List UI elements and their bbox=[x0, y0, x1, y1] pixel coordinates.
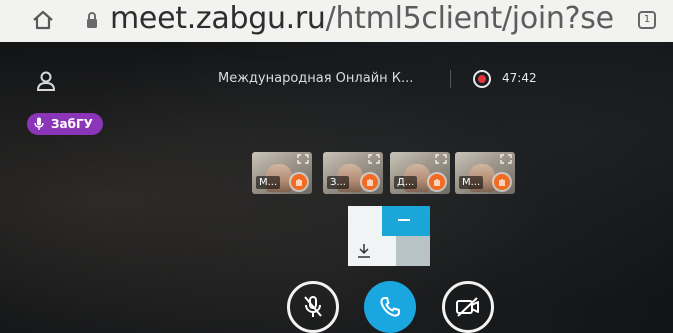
url-host: meet.zabgu.ru bbox=[110, 1, 326, 36]
hand-icon bbox=[362, 174, 378, 190]
talking-indicator[interactable]: ЗабГУ bbox=[27, 113, 103, 135]
meeting-stage: meet.zabgu.ru/html5client/join?se 1 Межд… bbox=[0, 0, 673, 333]
tabs-icon[interactable]: 1 bbox=[638, 11, 656, 29]
webcam-user-label: Д... bbox=[394, 176, 418, 189]
hand-icon bbox=[291, 174, 307, 190]
recording-timer: 47:42 bbox=[502, 71, 537, 85]
share-webcam-button[interactable] bbox=[442, 281, 494, 333]
user-icon[interactable] bbox=[36, 70, 56, 92]
muted-microphone-icon bbox=[304, 296, 322, 317]
leave-audio-button[interactable] bbox=[364, 281, 416, 333]
expand-icon[interactable] bbox=[297, 154, 309, 164]
webcam-tile[interactable]: Д... bbox=[390, 152, 450, 194]
lock-icon[interactable] bbox=[85, 10, 99, 30]
expand-icon[interactable] bbox=[500, 154, 512, 164]
slide-block bbox=[382, 206, 430, 236]
webcam-user-label: М... bbox=[459, 176, 484, 189]
expand-icon[interactable] bbox=[435, 154, 447, 164]
home-icon[interactable] bbox=[30, 7, 56, 33]
url-field[interactable]: meet.zabgu.ru/html5client/join?se bbox=[110, 1, 614, 36]
webcam-tile[interactable]: М... bbox=[455, 152, 515, 194]
webcam-tile[interactable]: М... bbox=[252, 152, 312, 194]
download-icon[interactable] bbox=[357, 243, 371, 259]
camera-off-icon bbox=[456, 297, 479, 317]
divider bbox=[450, 70, 451, 88]
talking-user-name: ЗабГУ bbox=[51, 117, 93, 131]
expand-icon[interactable] bbox=[368, 154, 380, 164]
phone-icon bbox=[380, 297, 400, 317]
mute-button[interactable] bbox=[287, 281, 339, 333]
browser-address-bar: meet.zabgu.ru/html5client/join?se 1 bbox=[0, 0, 673, 42]
url-path: /html5client/join?se bbox=[325, 1, 614, 36]
webcam-user-label: М... bbox=[256, 176, 281, 189]
slide-block bbox=[396, 236, 430, 266]
hand-icon bbox=[429, 174, 445, 190]
record-icon[interactable] bbox=[473, 70, 491, 88]
meeting-title: Международная Онлайн К... bbox=[218, 71, 414, 86]
hand-icon bbox=[494, 174, 510, 190]
webcam-tile[interactable]: З... bbox=[323, 152, 383, 194]
slide-dash bbox=[398, 219, 410, 221]
microphone-icon bbox=[34, 117, 44, 130]
webcam-user-label: З... bbox=[327, 176, 349, 189]
